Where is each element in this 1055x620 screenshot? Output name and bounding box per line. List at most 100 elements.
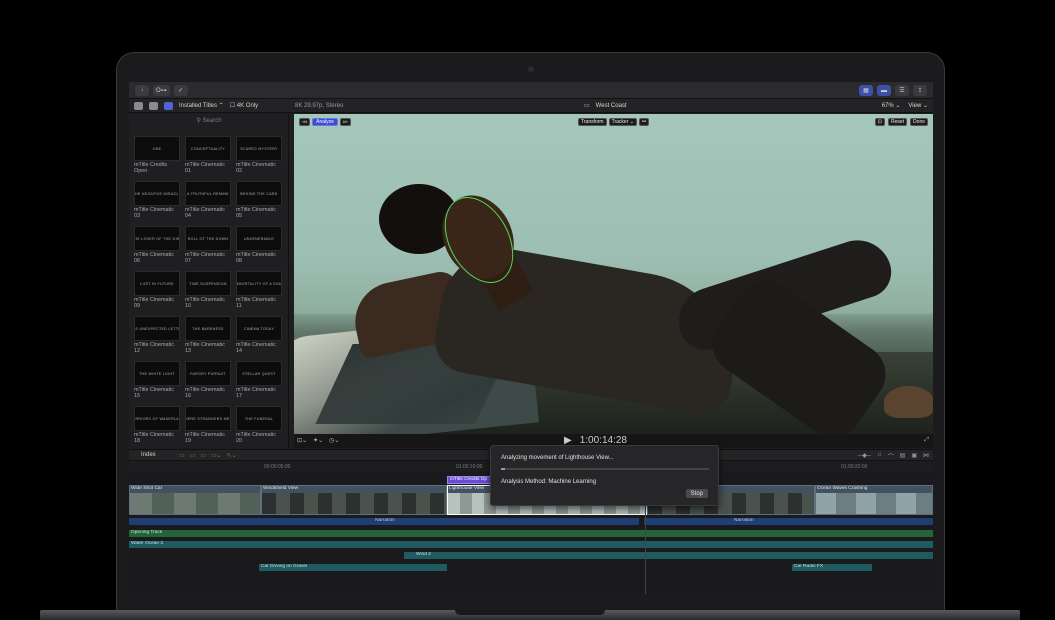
title-item[interactable]: THE FUNERAL mTitle Cinematic 20 xyxy=(236,406,282,447)
title-caption: mTitle Cinematic 05 xyxy=(236,207,276,219)
title-thumbnail: THE BARKNESS xyxy=(185,316,231,341)
select-tool-icon[interactable]: ↖⌄ xyxy=(227,452,237,459)
title-item[interactable]: STELLAR QUEST mTitle Cinematic 17 xyxy=(236,361,282,402)
title-caption: mTitle Cinematic 06 xyxy=(134,252,174,264)
done-button[interactable]: Done xyxy=(910,118,928,126)
narration-clip[interactable]: Narration xyxy=(644,518,933,525)
title-caption: mTitle Cinematic 07 xyxy=(185,252,225,264)
title-caption: mTitle Cinematic 04 xyxy=(185,207,225,219)
title-item[interactable]: CONCEPTUALITY mTitle Cinematic 01 xyxy=(185,136,231,177)
title-thumbnail: A TRUTHFUL REMINE xyxy=(185,181,231,206)
track-backward-button[interactable]: ◃◃ xyxy=(299,118,311,126)
music-clip[interactable]: Opening Track xyxy=(129,530,933,537)
title-caption: mTitle Cinematic 11 xyxy=(236,297,276,309)
title-item[interactable]: FARGRY PURSUIT mTitle Cinematic 16 xyxy=(185,361,231,402)
analysis-popover: Analyzing movement of Lighthouse View...… xyxy=(490,445,719,506)
title-caption: mTitle Cinematic 03 xyxy=(134,207,174,219)
transitions-icon[interactable]: ⋈ xyxy=(923,452,929,461)
background-tasks-button[interactable]: ✓ xyxy=(173,84,188,96)
crop-icon[interactable]: ⊡⌄ xyxy=(297,437,307,444)
title-item[interactable]: TIME SUSPENSION mTitle Cinematic 10 xyxy=(185,271,231,312)
title-item[interactable]: SCARED MYSTERY mTitle Cinematic 02 xyxy=(236,136,282,177)
video-clip[interactable]: Windshield View xyxy=(261,485,447,515)
clip-appearance-icon[interactable]: ▤ xyxy=(900,452,906,461)
tracker-dropdown[interactable]: Tracker ⌄ xyxy=(608,118,637,126)
four-k-only-checkbox[interactable]: ☐ 4K Only xyxy=(230,102,258,109)
layout-grid-icon[interactable]: ▦ xyxy=(859,85,873,96)
title-item[interactable]: THE BARKNESS mTitle Cinematic 13 xyxy=(185,316,231,357)
zoom-dropdown[interactable]: 67% ⌄ xyxy=(882,102,901,109)
import-button[interactable]: ↓ xyxy=(135,84,149,96)
transform-button[interactable]: Transform xyxy=(578,118,607,126)
audio-icon[interactable] xyxy=(149,101,158,110)
audio-icon-toggle[interactable]: ♫ xyxy=(877,452,882,461)
ruler-mark: 01:00:10:00 xyxy=(456,464,483,470)
viewer: ◃◃ Analyze ▹▹ Transform Tracker ⌄ ⚯ ⊡ Re… xyxy=(294,114,933,448)
title-thumbnail: IMMORTALITY OF A SOUL xyxy=(236,271,282,296)
layout-timeline-icon[interactable]: ▬ xyxy=(877,85,891,96)
title-item[interactable]: A TRUTHFUL REMINE mTitle Cinematic 04 xyxy=(185,181,231,222)
append-icon[interactable]: ▭ xyxy=(200,452,206,459)
title-caption: mTitle Cinematic 20 xyxy=(236,432,276,444)
clip-label: Wide Shot Car xyxy=(131,486,163,491)
index-button[interactable]: Index xyxy=(141,452,156,458)
video-frame: ◃◃ Analyze ▹▹ Transform Tracker ⌄ ⚯ ⊡ Re… xyxy=(294,114,933,434)
app-window: ↓ O⊶ ✓ ▦ ▬ ☰ ⇪ Installed Titles ⌃ ☐ 4K O… xyxy=(129,82,933,594)
title-thumbnail: THE NEGATIVE MIRACLE xyxy=(134,181,180,206)
sfx-clip[interactable]: Water Ocean 3 xyxy=(129,541,933,548)
connect-icon[interactable]: ▭ xyxy=(179,452,185,459)
title-item[interactable]: Lost in future mTitle Cinematic 09 xyxy=(134,271,180,312)
title-clip[interactable]: mTitle Credits Op xyxy=(447,476,493,484)
title-thumbnail: SCARED MYSTERY xyxy=(236,136,282,161)
title-item[interactable]: WHERE STRANGERS MEETmTitle Cinematic 19 xyxy=(185,406,231,447)
analyze-button[interactable]: Analyze xyxy=(312,118,339,126)
title-item[interactable]: IMMORTALITY OF A SOUL mTitle Cinematic 11 xyxy=(236,271,282,312)
title-item[interactable]: THE UNEXPECTED LETTERmTitle Cinematic 12 xyxy=(134,316,180,357)
title-item[interactable]: THE LOVER OF THE GIRL mTitle Cinematic 06 xyxy=(134,226,180,267)
narration-clip[interactable]: Narration xyxy=(129,518,639,525)
fit-icon[interactable]: ⊡ xyxy=(874,118,885,126)
photos-icon[interactable] xyxy=(134,101,143,110)
sfx-clip[interactable]: Wind 2 xyxy=(404,552,933,559)
zoom-slider[interactable]: ─◆─ xyxy=(858,452,871,461)
title-item[interactable]: WARRIORS OF WAKERLANDmTitle Cinematic 18 xyxy=(134,406,180,447)
speed-icon[interactable]: ◷⌄ xyxy=(329,437,339,444)
enhance-icon[interactable]: ✦⌄ xyxy=(313,437,323,444)
inspector-icon[interactable]: ☰ xyxy=(895,85,909,96)
share-button[interactable]: ⇪ xyxy=(913,85,927,96)
sfx-clip[interactable]: Car Radio FX xyxy=(792,564,872,571)
insert-icon[interactable]: ▭ xyxy=(190,452,196,459)
fullscreen-icon[interactable]: ⤢ xyxy=(924,437,929,444)
title-thumbnail: TIME SUSPENSION xyxy=(185,271,231,296)
reset-button[interactable]: Reset xyxy=(887,118,908,126)
overwrite-icon[interactable]: ▭⌄ xyxy=(211,452,222,459)
titles-icon[interactable] xyxy=(164,101,173,110)
titles-browser: ⚲ Search ONE mTitle Credits Open CONCEPTUA… xyxy=(129,114,289,448)
keyword-button[interactable]: O⊶ xyxy=(153,84,170,96)
title-thumbnail: ONE xyxy=(134,136,180,161)
video-clip[interactable]: Wide Shot Car xyxy=(129,485,261,515)
installed-titles-dropdown[interactable]: Installed Titles ⌃ xyxy=(179,102,224,109)
video-clip[interactable]: Ocean Waves Crashing xyxy=(815,485,933,515)
title-item[interactable]: BEHIND THE CARD mTitle Cinematic 05 xyxy=(236,181,282,222)
clip-filmstrip xyxy=(130,493,260,514)
effects-icon[interactable]: ▣ xyxy=(911,452,917,461)
sfx-clip[interactable]: Car Driving on Gravel xyxy=(259,564,447,571)
title-item[interactable]: UNVENERABLE mTitle Cinematic 08 xyxy=(236,226,282,267)
view-dropdown[interactable]: View ⌄ xyxy=(908,102,928,109)
title-thumbnail: FARGRY PURSUIT xyxy=(185,361,231,386)
title-item[interactable]: THE NEGATIVE MIRACLE mTitle Cinematic 03 xyxy=(134,181,180,222)
title-item[interactable]: THE WHITE LIGHT mTitle Cinematic 15 xyxy=(134,361,180,402)
headphones-icon[interactable]: ⌒ xyxy=(888,452,894,461)
onscreen-buttons: ⊡ Reset Done xyxy=(874,118,928,126)
search-field[interactable]: ⚲ Search xyxy=(159,117,259,126)
title-item[interactable]: CINEMA TODAY mTitle Cinematic 14 xyxy=(236,316,282,357)
title-item[interactable]: ONE mTitle Credits Open xyxy=(134,136,180,177)
title-item[interactable]: ROLL OF THE DOWN mTitle Cinematic 07 xyxy=(185,226,231,267)
track-forward-button[interactable]: ▹▹ xyxy=(340,118,352,126)
title-caption: mTitle Cinematic 10 xyxy=(185,297,225,309)
title-thumbnail: STELLAR QUEST xyxy=(236,361,282,386)
title-caption: mTitle Cinematic 01 xyxy=(185,162,225,174)
stop-button[interactable]: Stop xyxy=(685,489,708,498)
link-icon[interactable]: ⚯ xyxy=(638,118,650,126)
